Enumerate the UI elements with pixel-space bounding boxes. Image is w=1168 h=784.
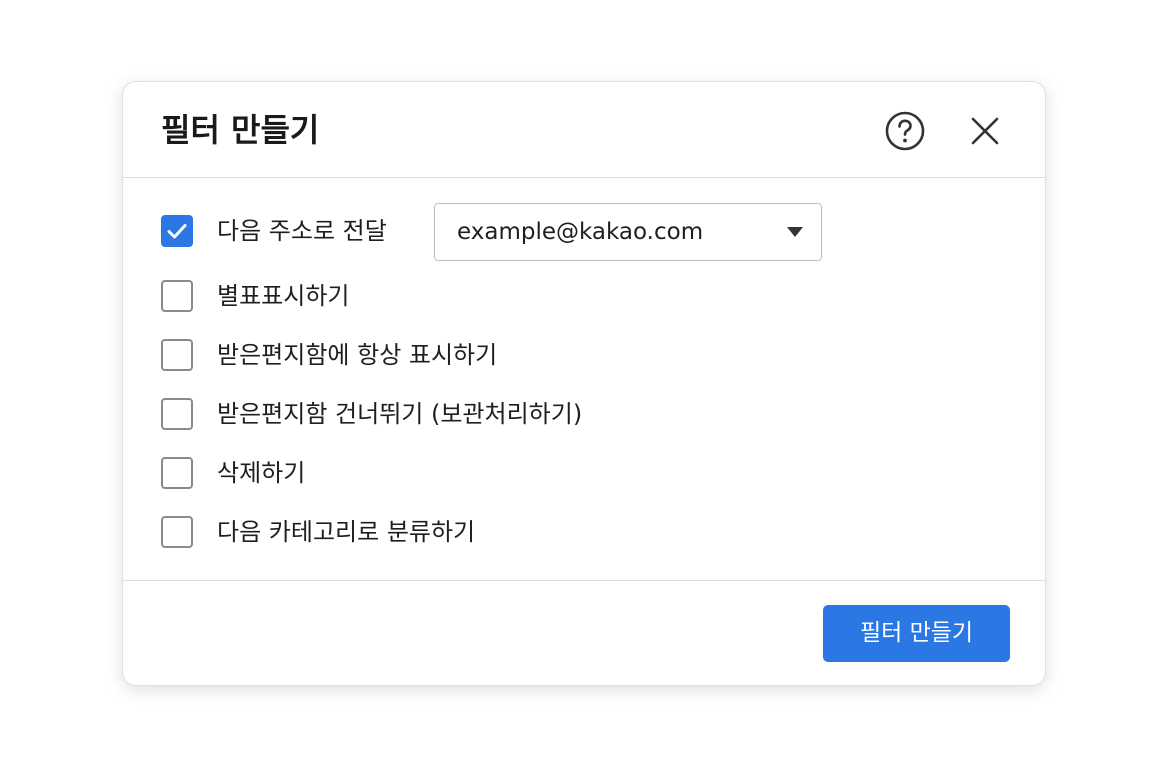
- option-label: 받은편지함에 항상 표시하기: [217, 341, 498, 369]
- dialog-footer: 필터 만들기: [123, 580, 1045, 685]
- categorize-checkbox[interactable]: [161, 516, 193, 548]
- filter-options: 다음 주소로 전달 example@kakao.com 별표표시하기 받은편지함…: [123, 178, 1045, 580]
- forward-checkbox[interactable]: [161, 215, 193, 247]
- option-forward[interactable]: 다음 주소로 전달: [161, 215, 387, 247]
- skip-inbox-checkbox[interactable]: [161, 398, 193, 430]
- delete-checkbox[interactable]: [161, 457, 193, 489]
- always-inbox-checkbox[interactable]: [161, 339, 193, 371]
- help-button[interactable]: [884, 110, 926, 152]
- star-checkbox[interactable]: [161, 280, 193, 312]
- option-label: 별표표시하기: [217, 282, 350, 310]
- option-always-inbox[interactable]: 받은편지함에 항상 표시하기: [161, 339, 497, 371]
- select-value: example@kakao.com: [457, 219, 704, 245]
- option-label: 다음 주소로 전달: [217, 217, 387, 245]
- option-star[interactable]: 별표표시하기: [161, 280, 349, 312]
- close-icon: [971, 117, 999, 145]
- dialog-header: 필터 만들기: [123, 82, 1045, 178]
- option-label: 다음 카테고리로 분류하기: [217, 518, 476, 546]
- close-button[interactable]: [964, 110, 1006, 152]
- forward-address-select[interactable]: example@kakao.com: [434, 203, 822, 261]
- checkmark-icon: [167, 224, 187, 239]
- help-circle-icon: [885, 111, 925, 151]
- caret-down-icon: [787, 227, 803, 237]
- option-delete[interactable]: 삭제하기: [161, 457, 305, 489]
- option-skip-inbox[interactable]: 받은편지함 건너뛰기 (보관처리하기): [161, 398, 582, 430]
- option-label: 삭제하기: [217, 459, 306, 487]
- option-label: 받은편지함 건너뛰기 (보관처리하기): [217, 400, 583, 428]
- dialog-title: 필터 만들기: [161, 111, 320, 149]
- option-categorize[interactable]: 다음 카테고리로 분류하기: [161, 516, 475, 548]
- create-filter-button[interactable]: 필터 만들기: [823, 605, 1010, 662]
- create-filter-dialog: 필터 만들기 다음 주소로 전달 example@kakao.com 별표표시하…: [122, 81, 1046, 686]
